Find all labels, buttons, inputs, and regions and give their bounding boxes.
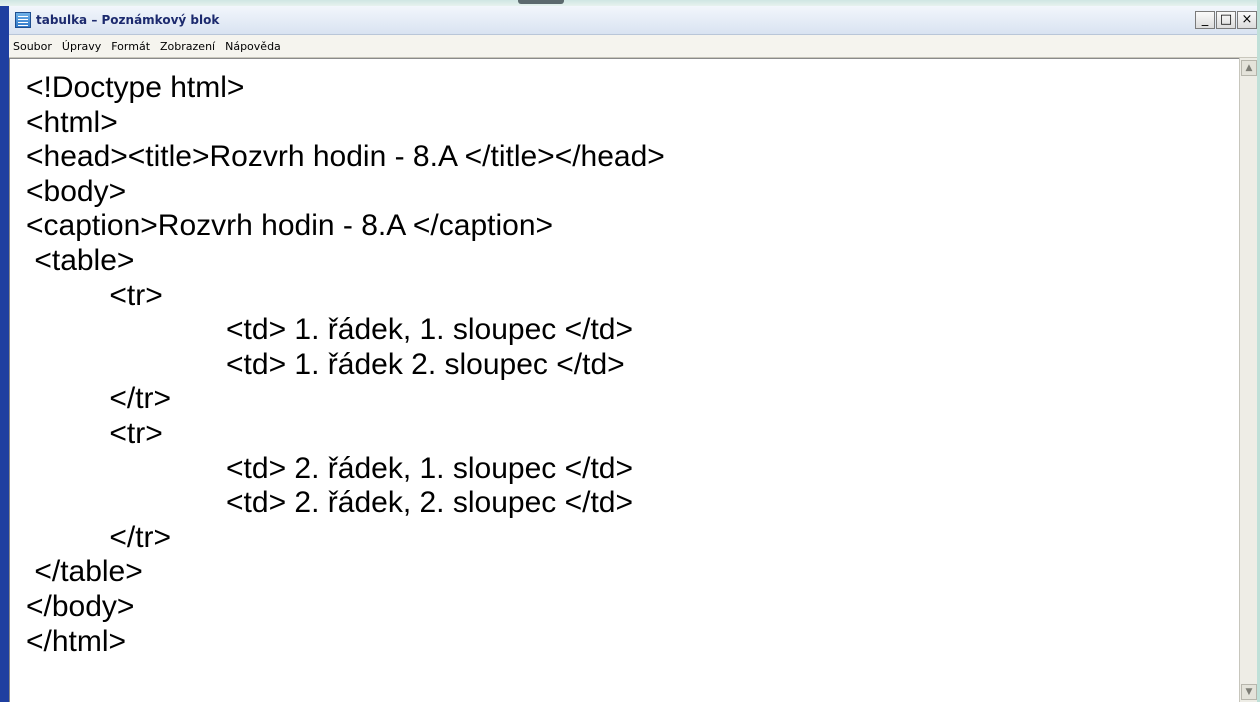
- desktop: tabulka – Poznámkový blok _ □ × Soubor Ú…: [0, 0, 1260, 702]
- code-line: <td> 1. řádek 2. sloupec </td>: [26, 347, 625, 381]
- code-line: <td> 1. řádek, 1. sloupec </td>: [26, 313, 633, 347]
- code-line: <caption>Rozvrh hodin - 8.A </caption>: [26, 209, 554, 243]
- drag-handle: [518, 0, 564, 4]
- code-line: <head><title>Rozvrh hodin - 8.A </title>…: [26, 140, 665, 174]
- arrow-up-icon[interactable]: ▲: [1241, 60, 1257, 76]
- menu-format[interactable]: Formát: [106, 40, 155, 53]
- close-button[interactable]: ×: [1237, 11, 1257, 29]
- code-line: </html>: [26, 624, 127, 658]
- maximize-button[interactable]: □: [1216, 11, 1236, 29]
- minimize-button[interactable]: _: [1195, 11, 1215, 29]
- menu-napoveda[interactable]: Nápověda: [220, 40, 286, 53]
- menu-bar: Soubor Úpravy Formát Zobrazení Nápověda: [9, 35, 1257, 58]
- code-line: <!Doctype html>: [26, 71, 245, 104]
- menu-upravy[interactable]: Úpravy: [57, 40, 106, 53]
- menu-soubor[interactable]: Soubor: [9, 40, 57, 53]
- code-line: </body>: [26, 589, 135, 623]
- code-line: <td> 2. řádek, 1. sloupec </td>: [26, 451, 633, 485]
- code-line: <table>: [26, 243, 135, 277]
- code-line: <body>: [26, 174, 127, 208]
- vertical-scrollbar[interactable]: ▲ ▼: [1239, 58, 1257, 702]
- editor-content: <!Doctype html> <html> <head><title>Rozv…: [26, 71, 665, 659]
- code-line: <td> 2. řádek, 2. sloupec </td>: [26, 486, 633, 520]
- code-line: <tr>: [26, 416, 163, 450]
- code-line: </table>: [26, 555, 143, 589]
- code-line: </tr>: [26, 382, 172, 416]
- code-line: <tr>: [26, 278, 163, 312]
- code-line: <html>: [26, 105, 118, 139]
- notepad-icon: [15, 12, 31, 28]
- window-title: tabulka – Poznámkový blok: [36, 13, 220, 27]
- window-controls: _ □ ×: [1195, 11, 1257, 29]
- code-line: </tr>: [26, 520, 172, 554]
- notepad-window: tabulka – Poznámkový blok _ □ × Soubor Ú…: [0, 6, 1257, 702]
- menu-zobrazeni[interactable]: Zobrazení: [155, 40, 220, 53]
- title-bar[interactable]: tabulka – Poznámkový blok _ □ ×: [9, 6, 1257, 35]
- text-editor-area[interactable]: <!Doctype html> <html> <head><title>Rozv…: [9, 58, 1239, 702]
- arrow-down-icon[interactable]: ▼: [1241, 684, 1257, 700]
